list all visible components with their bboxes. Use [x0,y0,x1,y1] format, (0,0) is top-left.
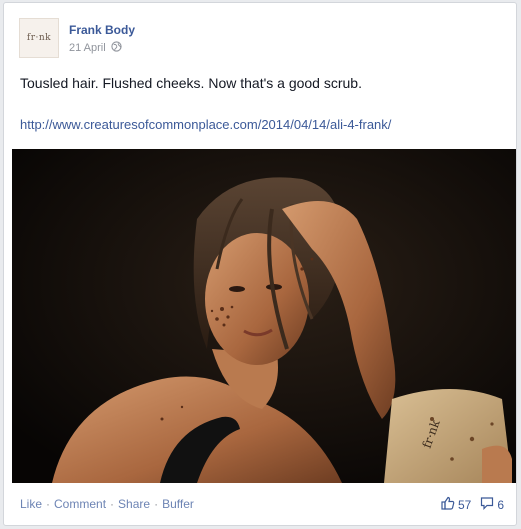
avatar-logo-text: fr·nk [26,33,52,43]
comment-count[interactable]: 6 [480,496,504,513]
action-separator: · [154,497,159,511]
thumbs-up-icon [441,496,455,513]
buffer-link[interactable]: Buffer [162,497,194,511]
post-date[interactable]: 21 April [69,42,106,54]
comment-link[interactable]: Comment [54,497,106,511]
photo-illustration: fr·nk [12,149,516,483]
author-name[interactable]: Frank Body [69,23,135,37]
post-photo[interactable]: fr·nk [12,149,516,483]
like-count[interactable]: 57 [441,496,471,513]
like-link[interactable]: Like [20,497,42,511]
post-actions: Like · Comment · Share · Buffer [20,497,194,511]
post-link[interactable]: http://www.creaturesofcommonplace.com/20… [20,117,391,132]
post-stats: 57 6 [441,496,504,513]
post-meta: 21 April [69,41,122,55]
action-separator: · [46,497,51,511]
comment-count-value: 6 [497,497,504,512]
like-count-value: 57 [457,497,472,512]
globe-icon [111,41,122,55]
post-text: Tousled hair. Flushed cheeks. Now that's… [20,75,362,91]
comment-bubble-icon [480,496,494,513]
share-link[interactable]: Share [118,497,150,511]
page-avatar[interactable]: fr·nk [19,18,59,58]
action-separator: · [110,497,115,511]
post-card: fr·nk Frank Body 21 April Tousled hair. … [3,2,517,526]
